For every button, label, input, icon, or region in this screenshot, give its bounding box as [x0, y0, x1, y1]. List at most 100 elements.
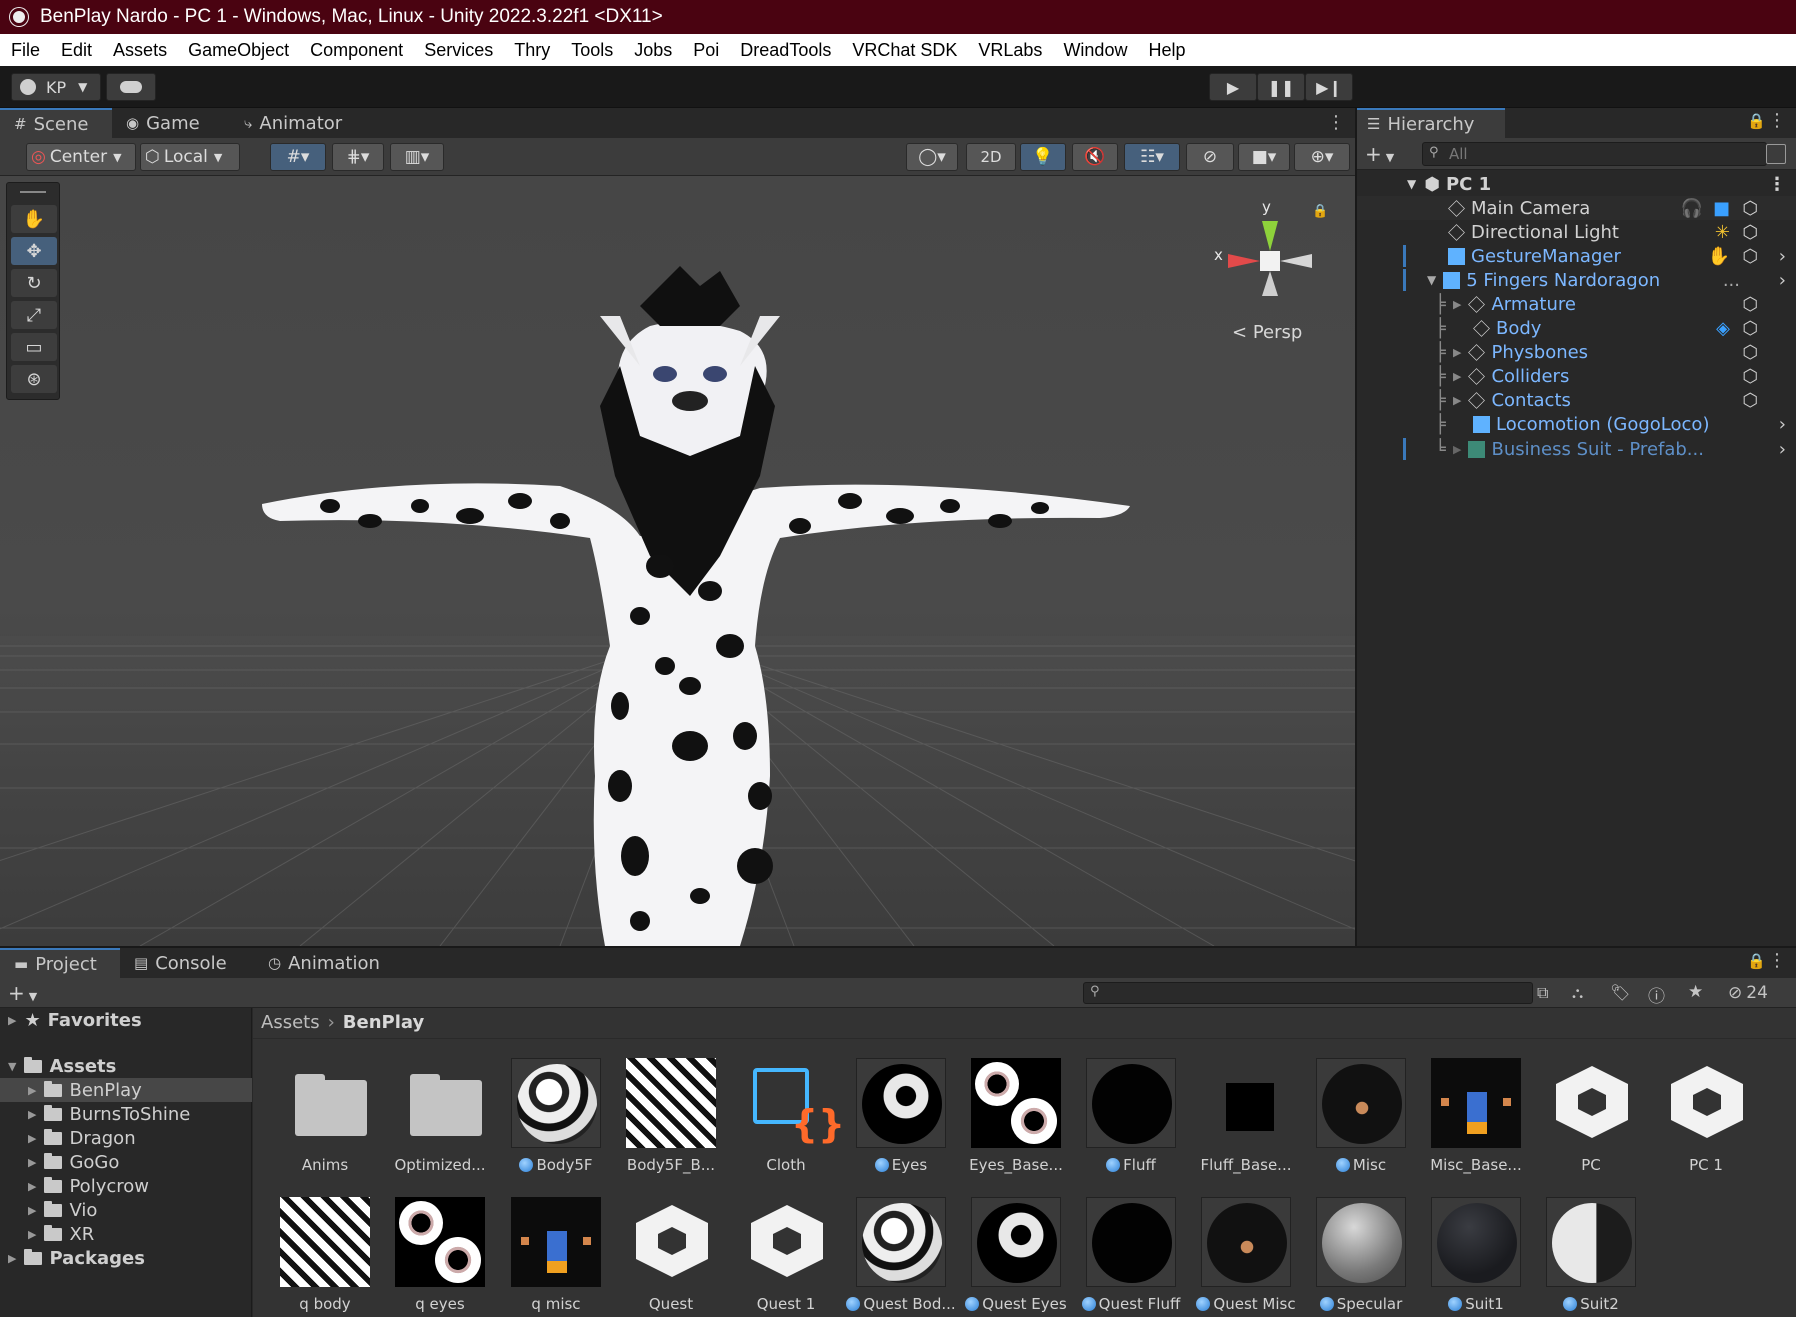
asset-suit2-material[interactable]: Suit2 [1535, 1197, 1647, 1313]
play-button[interactable]: ▶ [1209, 73, 1257, 101]
hierarchy-item-directional-light[interactable]: Directional Light ✳ ⬡ [1357, 220, 1796, 244]
chevron-right-icon[interactable]: › [1779, 439, 1786, 460]
tab-scene[interactable]: # Scene [0, 108, 112, 138]
hierarchy-item-physbones[interactable]: ╞ ▶ Physbones ⬡ [1357, 340, 1796, 364]
filter-by-label-icon[interactable]: 🏷 [1610, 983, 1630, 1002]
visibility-toggle[interactable]: ⊘ [1186, 143, 1234, 171]
scene-more-icon[interactable]: ⋮ [1327, 112, 1345, 133]
drag-handle[interactable] [20, 191, 46, 193]
menu-poi[interactable]: Poi [693, 40, 719, 61]
menu-thry[interactable]: Thry [514, 40, 550, 61]
hierarchy-item-gesture-manager[interactable]: GestureManager ✋ ⬡ › [1357, 244, 1796, 268]
hierarchy-root-scene[interactable]: ▼ ⬢ PC 1 ⋮ [1357, 172, 1796, 196]
increment-snap-toggle[interactable]: ⋕▾ [332, 143, 384, 171]
move-tool[interactable]: ✥ [11, 237, 57, 265]
menu-file[interactable]: File [11, 40, 40, 61]
lock-icon[interactable]: 🔒 [1747, 952, 1766, 970]
hierarchy-item-colliders[interactable]: ╞ ▶ Colliders ⬡ [1357, 364, 1796, 388]
asset-quest-misc-material[interactable]: Quest Misc [1190, 1197, 1302, 1313]
hierarchy-search[interactable]: ⚲ All [1422, 142, 1767, 166]
asset-cloth-script[interactable]: {} Cloth [730, 1058, 845, 1174]
menu-dreadtools[interactable]: DreadTools [740, 40, 831, 61]
tree-folder-xr[interactable]: ▶ XR [28, 1222, 94, 1246]
chevron-right-icon[interactable]: › [1779, 414, 1786, 435]
tab-hierarchy[interactable]: ☰ Hierarchy [1357, 108, 1505, 138]
menu-tools[interactable]: Tools [571, 40, 613, 61]
scale-tool[interactable]: ⤢ [11, 301, 57, 329]
tab-animation[interactable]: ◷ Animation [254, 948, 404, 978]
chevron-right-icon[interactable]: › [1779, 246, 1786, 267]
menu-assets[interactable]: Assets [113, 40, 167, 61]
asset-q-eyes-texture[interactable]: q eyes [384, 1197, 496, 1313]
transform-tool[interactable]: ⊛ [11, 365, 57, 393]
camera-dropdown[interactable]: ■▾ [1238, 143, 1290, 171]
menu-services[interactable]: Services [424, 40, 493, 61]
project-more-icon[interactable]: ⋮ [1768, 950, 1786, 971]
ruler-toggle[interactable]: ▥▾ [390, 143, 444, 171]
asset-q-body-texture[interactable]: q body [269, 1197, 381, 1313]
tab-project[interactable]: ▬ Project [0, 948, 120, 978]
hierarchy-item-business-suit[interactable]: ╘ ▶ Business Suit - Prefab... › [1357, 437, 1796, 461]
info-icon[interactable]: ⓘ [1648, 982, 1665, 1007]
tab-animator[interactable]: ⤷ Animator [230, 108, 360, 138]
search-by-type-icon[interactable]: ⧉ [1537, 983, 1548, 1003]
asset-body5f-base-texture[interactable]: Body5F_B... [615, 1058, 727, 1174]
rect-tool[interactable]: ▭ [11, 333, 57, 361]
rotate-tool[interactable]: ↻ [11, 269, 57, 297]
audio-toggle[interactable]: 🔇 [1072, 143, 1118, 171]
gizmos-dropdown[interactable]: ⊕▾ [1294, 143, 1350, 171]
step-button[interactable]: ▶❙ [1305, 73, 1353, 101]
asset-q-misc-texture[interactable]: q misc [500, 1197, 612, 1313]
pause-button[interactable]: ❚❚ [1257, 73, 1305, 101]
hierarchy-item-contacts[interactable]: ╞ ▶ Contacts ⬡ [1357, 388, 1796, 412]
menu-help[interactable]: Help [1148, 40, 1185, 61]
menu-jobs[interactable]: Jobs [634, 40, 672, 61]
expand-search-icon[interactable] [1766, 144, 1786, 164]
menu-component[interactable]: Component [310, 40, 403, 61]
asset-body5f-material[interactable]: Body5F [500, 1058, 612, 1174]
hierarchy-item-body[interactable]: ╞ Body ◈ ⬡ [1357, 316, 1796, 340]
tab-console[interactable]: ▤ Console [120, 948, 254, 978]
lock-icon[interactable]: 🔒 [1747, 112, 1766, 130]
toggle-2d-button[interactable]: 2D [966, 143, 1016, 171]
hand-tool[interactable]: ✋ [11, 205, 57, 233]
asset-anims-folder[interactable]: Anims [269, 1058, 381, 1174]
asset-specular-material[interactable]: Specular [1305, 1197, 1417, 1313]
scene-viewport[interactable]: y x 🔒 < Persp [0, 176, 1355, 946]
tree-folder-gogo[interactable]: ▶ GoGo [28, 1150, 119, 1174]
hierarchy-item-armature[interactable]: ╞ ▶ Armature ⬡ [1357, 292, 1796, 316]
projection-toggle[interactable]: < Persp [1232, 322, 1302, 343]
lock-icon[interactable]: 🔒 [1312, 204, 1328, 219]
menu-window[interactable]: Window [1063, 40, 1127, 61]
menu-edit[interactable]: Edit [61, 40, 92, 61]
asset-fluff-material[interactable]: Fluff [1075, 1058, 1187, 1174]
asset-pc-1-prefab[interactable]: PC 1 [1650, 1058, 1762, 1174]
breadcrumb-assets[interactable]: Assets [261, 1012, 320, 1033]
asset-misc-base-texture[interactable]: Misc_Base... [1420, 1058, 1532, 1174]
hierarchy-item-main-camera[interactable]: Main Camera 🎧 ■ ⬡ [1357, 196, 1796, 220]
shading-mode-dropdown[interactable]: ◯▾ [906, 143, 958, 171]
tree-folder-polycrow[interactable]: ▶ Polycrow [28, 1174, 149, 1198]
asset-fluff-base-texture[interactable]: Fluff_Base... [1190, 1058, 1302, 1174]
asset-eyes-material[interactable]: Eyes [845, 1058, 957, 1174]
tree-folder-vio[interactable]: ▶ Vio [28, 1198, 97, 1222]
tree-packages[interactable]: ▶ Packages [8, 1246, 145, 1270]
asset-quest-1-prefab[interactable]: Quest 1 [730, 1197, 842, 1313]
asset-optimized-folder[interactable]: Optimized... [384, 1058, 496, 1174]
menu-gameobject[interactable]: GameObject [188, 40, 289, 61]
asset-quest-eyes-material[interactable]: Quest Eyes [960, 1197, 1072, 1313]
tree-folder-dragon[interactable]: ▶ Dragon [28, 1126, 136, 1150]
hierarchy-item-locomotion[interactable]: ╞ Locomotion (GogoLoco) › [1357, 412, 1796, 436]
favorite-star-icon[interactable]: ★ [1688, 982, 1703, 1002]
create-asset-dropdown[interactable]: + ▼ [8, 981, 37, 1005]
asset-quest-prefab[interactable]: Quest [615, 1197, 727, 1313]
hierarchy-more-icon[interactable]: ⋮ [1768, 110, 1786, 131]
grid-snap-toggle[interactable]: #▾ [270, 143, 326, 171]
filter-by-type-icon[interactable]: ⛬ [1572, 983, 1583, 1003]
cloud-button[interactable] [106, 73, 156, 101]
asset-eyes-base-texture[interactable]: Eyes_Base... [960, 1058, 1072, 1174]
tree-favorites[interactable]: ▶ ★ Favorites [8, 1008, 142, 1032]
chevron-right-icon[interactable]: › [1779, 270, 1786, 291]
project-search[interactable]: ⚲ [1083, 982, 1533, 1004]
menu-vrlabs[interactable]: VRLabs [978, 40, 1042, 61]
